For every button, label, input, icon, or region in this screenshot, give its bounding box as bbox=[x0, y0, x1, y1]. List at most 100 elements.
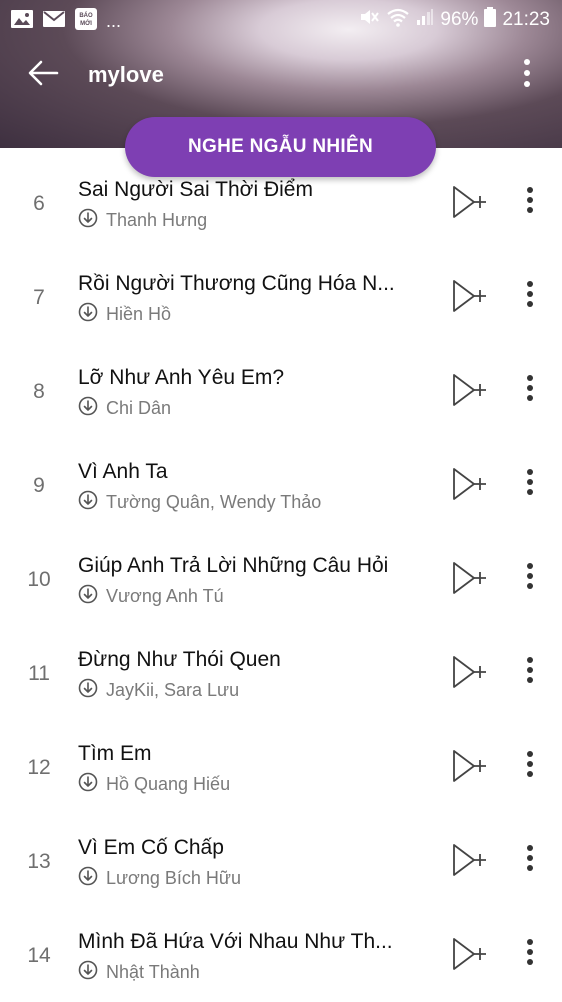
add-to-queue-button[interactable] bbox=[448, 278, 488, 314]
play-add-icon bbox=[448, 280, 488, 318]
download-icon bbox=[78, 866, 98, 891]
more-vertical-icon bbox=[526, 374, 534, 407]
download-icon bbox=[78, 396, 98, 421]
song-more-button[interactable] bbox=[516, 654, 544, 690]
track-number: 10 bbox=[27, 568, 51, 591]
song-more-button[interactable] bbox=[516, 372, 544, 408]
download-icon bbox=[78, 208, 98, 233]
song-meta: Thanh Hưng bbox=[78, 208, 207, 233]
artist-name: JayKii, Sara Lưu bbox=[106, 680, 240, 700]
download-icon bbox=[78, 772, 98, 797]
notification-icons: BÁO MỚI ... bbox=[10, 7, 121, 36]
download-icon bbox=[78, 490, 98, 515]
song-more-button[interactable] bbox=[516, 278, 544, 314]
song-meta: Hồ Quang Hiếu bbox=[78, 772, 230, 797]
song-row[interactable]: 13 Vì Em Cố Chấp Lương Bích Hữu bbox=[0, 814, 562, 908]
more-vertical-icon bbox=[523, 58, 531, 93]
track-number: 7 bbox=[33, 286, 45, 309]
overflow-menu-button[interactable] bbox=[512, 54, 542, 96]
song-row[interactable]: 14 Mình Đã Hứa Với Nhau Như Th... Nhật T… bbox=[0, 908, 562, 1002]
song-more-button[interactable] bbox=[516, 466, 544, 502]
artist-name: Thanh Hưng bbox=[106, 210, 208, 230]
song-list: 6 Sai Người Sai Thời Điểm Thanh Hưng 7 R… bbox=[0, 156, 562, 1002]
play-add-icon bbox=[448, 938, 488, 976]
more-vertical-icon bbox=[526, 656, 534, 689]
more-vertical-icon bbox=[526, 844, 534, 877]
play-add-icon bbox=[448, 750, 488, 788]
add-to-queue-button[interactable] bbox=[448, 936, 488, 972]
song-more-button[interactable] bbox=[516, 560, 544, 596]
artist-name: Chi Dân bbox=[106, 398, 172, 418]
more-vertical-icon bbox=[526, 562, 534, 595]
download-icon bbox=[78, 584, 98, 609]
add-to-queue-button[interactable] bbox=[448, 748, 488, 784]
artist-name: Lương Bích Hữu bbox=[106, 868, 241, 888]
play-add-icon bbox=[448, 656, 488, 694]
track-number: 11 bbox=[28, 662, 50, 685]
artist-name: Vương Anh Tú bbox=[106, 586, 224, 606]
signal-icon bbox=[416, 8, 434, 32]
song-title: Lỡ Như Anh Yêu Em? bbox=[78, 366, 285, 389]
image-icon bbox=[10, 9, 34, 34]
add-to-queue-button[interactable] bbox=[448, 560, 488, 596]
download-icon bbox=[78, 302, 98, 327]
song-meta: JayKii, Sara Lưu bbox=[78, 678, 239, 703]
song-title: Giúp Anh Trả Lời Những Câu Hỏi bbox=[78, 554, 389, 577]
song-title: Sai Người Sai Thời Điểm bbox=[78, 178, 313, 201]
system-status: 96% 21:23 bbox=[358, 6, 550, 34]
more-vertical-icon bbox=[526, 938, 534, 971]
song-row[interactable]: 11 Đừng Như Thói Quen JayKii, Sara Lưu bbox=[0, 626, 562, 720]
song-meta: Lương Bích Hữu bbox=[78, 866, 241, 891]
play-add-icon bbox=[448, 562, 488, 600]
more-vertical-icon bbox=[526, 280, 534, 313]
status-bar: BÁO MỚI ... 96% 21:23 bbox=[0, 0, 562, 38]
song-row[interactable]: 7 Rồi Người Thương Cũng Hóa N... Hiền Hồ bbox=[0, 250, 562, 344]
track-number: 6 bbox=[33, 192, 45, 215]
play-add-icon bbox=[448, 186, 488, 224]
add-to-queue-button[interactable] bbox=[448, 466, 488, 502]
add-to-queue-button[interactable] bbox=[448, 842, 488, 878]
more-vertical-icon bbox=[526, 468, 534, 501]
song-title: Tìm Em bbox=[78, 742, 152, 765]
artist-name: Hiền Hồ bbox=[106, 304, 172, 324]
back-button[interactable] bbox=[22, 54, 64, 96]
track-number: 12 bbox=[27, 756, 51, 779]
shuffle-play-button[interactable]: NGHE NGẪU NHIÊN bbox=[125, 117, 436, 177]
song-row[interactable]: 10 Giúp Anh Trả Lời Những Câu Hỏi Vương … bbox=[0, 532, 562, 626]
play-add-icon bbox=[448, 844, 488, 882]
song-more-button[interactable] bbox=[516, 748, 544, 784]
battery-icon bbox=[484, 7, 497, 33]
song-meta: Chi Dân bbox=[78, 396, 171, 421]
song-row[interactable]: 9 Vì Anh Ta Tường Quân, Wendy Thảo bbox=[0, 438, 562, 532]
track-number: 9 bbox=[33, 474, 45, 497]
baomoi-icon: BÁO MỚI bbox=[74, 7, 98, 36]
add-to-queue-button[interactable] bbox=[448, 372, 488, 408]
track-number: 14 bbox=[27, 944, 51, 967]
mute-icon bbox=[358, 6, 380, 34]
play-add-icon bbox=[448, 374, 488, 412]
more-vertical-icon bbox=[526, 186, 534, 219]
arrow-left-icon bbox=[27, 59, 59, 92]
song-meta: Nhật Thành bbox=[78, 960, 200, 985]
song-meta: Tường Quân, Wendy Thảo bbox=[78, 490, 321, 515]
playlist-title: mylove bbox=[88, 62, 164, 87]
song-title: Rồi Người Thương Cũng Hóa N... bbox=[78, 272, 395, 295]
download-icon bbox=[78, 678, 98, 703]
svg-text:MỚI: MỚI bbox=[80, 19, 92, 27]
song-row[interactable]: 8 Lỡ Như Anh Yêu Em? Chi Dân bbox=[0, 344, 562, 438]
track-number: 8 bbox=[33, 380, 45, 403]
song-more-button[interactable] bbox=[516, 842, 544, 878]
wifi-icon bbox=[386, 7, 410, 33]
song-title: Đừng Như Thói Quen bbox=[78, 648, 281, 671]
song-row[interactable]: 12 Tìm Em Hồ Quang Hiếu bbox=[0, 720, 562, 814]
artist-name: Tường Quân, Wendy Thảo bbox=[106, 492, 322, 512]
song-more-button[interactable] bbox=[516, 936, 544, 972]
add-to-queue-button[interactable] bbox=[448, 654, 488, 690]
clock: 21:23 bbox=[502, 9, 550, 30]
add-to-queue-button[interactable] bbox=[448, 184, 488, 220]
play-add-icon bbox=[448, 468, 488, 506]
song-title: Vì Anh Ta bbox=[78, 460, 168, 483]
song-more-button[interactable] bbox=[516, 184, 544, 220]
battery-percent: 96% bbox=[440, 9, 479, 30]
song-meta: Vương Anh Tú bbox=[78, 584, 224, 609]
